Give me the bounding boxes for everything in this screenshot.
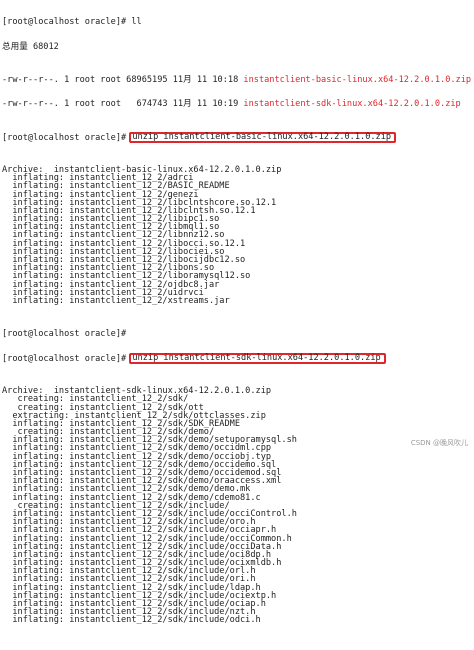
terminal-line: 总用量 68012 — [2, 42, 59, 52]
highlighted-command: unzip instantclient-sdk-linux.x64-12.2.0… — [129, 353, 386, 365]
terminal-line: inflating: instantclient_12_2/sdk/includ… — [2, 508, 297, 519]
basic-unzip-output: Archive: instantclient-basic-linux.x64-1… — [2, 166, 474, 306]
command-line: [root@localhost oracle]# unzip instantcl… — [2, 353, 474, 365]
terminal-line: inflating: instantclient_12_2/sdk/includ… — [2, 599, 266, 610]
terminal-line: inflating: instantclient_12_2/sdk/includ… — [2, 549, 272, 560]
terminal-line: inflating: instantclient_12_2/sdk/includ… — [2, 525, 277, 536]
command-line: [root@localhost oracle]# unzip instantcl… — [2, 132, 474, 144]
terminal-line: inflating: instantclient_12_2/sdk/includ… — [2, 517, 256, 528]
watermark: CSDN @晚风吹儿 — [410, 438, 468, 447]
shell-prompt: [root@localhost oracle]# — [2, 354, 127, 365]
file-listing-row: -rw-r--r--. 1 root root 68965195 11月 11 … — [2, 74, 474, 85]
file-perms: -rw-r--r--. 1 root root 68965195 11月 11 … — [2, 74, 244, 85]
terminal-line: inflating: instantclient_12_2/xstreams.j… — [2, 295, 230, 306]
terminal-line: inflating: instantclient_12_2/sdk/includ… — [2, 541, 282, 552]
terminal-line: inflating: instantclient_12_2/sdk/demo/o… — [2, 451, 272, 462]
terminal-line: inflating: instantclient_12_2/sdk/includ… — [2, 590, 277, 601]
file-listing-row: -rw-r--r--. 1 root root 674743 11月 11 10… — [2, 99, 474, 110]
terminal-line: inflating: instantclient_12_2/sdk/includ… — [2, 533, 292, 544]
file-name: instantclient-sdk-linux.x64-12.2.0.1.0.z… — [243, 99, 461, 110]
terminal-line: inflating: instantclient_12_2/sdk/demo/o… — [2, 476, 282, 487]
sdk-unzip-output: Archive: instantclient-sdk-linux.x64-12.… — [2, 387, 474, 626]
terminal-line: inflating: instantclient_12_2/sdk/demo/d… — [2, 484, 251, 495]
terminal-line: inflating: instantclient_12_2/sdk/demo/o… — [2, 468, 282, 479]
terminal-line: inflating: instantclient_12_2/sdk/demo/o… — [2, 443, 272, 454]
terminal-line: inflating: instantclient_12_2/sdk/demo/o… — [2, 459, 277, 470]
terminal-line: creating: instantclient_12_2/sdk/include… — [2, 500, 230, 511]
highlighted-command: unzip instantclient-basic-linux.x64-12.2… — [129, 132, 397, 144]
shell-prompt: [root@localhost oracle]# — [2, 133, 127, 144]
terminal-line: [root@localhost oracle]# ll — [2, 17, 142, 28]
terminal-line: inflating: instantclient_12_2/sdk/includ… — [2, 566, 256, 577]
terminal-line: inflating: instantclient_12_2/sdk/includ… — [2, 574, 256, 585]
terminal-line: inflating: instantclient_12_2/sdk/includ… — [2, 558, 282, 569]
command-line: [root@localhost oracle]# — [2, 328, 127, 339]
terminal-line: inflating: instantclient_12_2/sdk/demo/c… — [2, 492, 261, 503]
terminal-window[interactable]: [root@localhost oracle]# ll 总用量 68012 -r… — [0, 0, 474, 625]
terminal-line: inflating: instantclient_12_2/sdk/includ… — [2, 607, 256, 618]
file-name: instantclient-basic-linux.x64-12.2.0.1.0… — [243, 74, 472, 85]
file-perms: -rw-r--r--. 1 root root 674743 11月 11 10… — [2, 99, 244, 110]
terminal-line: inflating: instantclient_12_2/sdk/includ… — [2, 582, 261, 593]
terminal-line: inflating: instantclient_12_2/sdk/includ… — [2, 615, 261, 626]
